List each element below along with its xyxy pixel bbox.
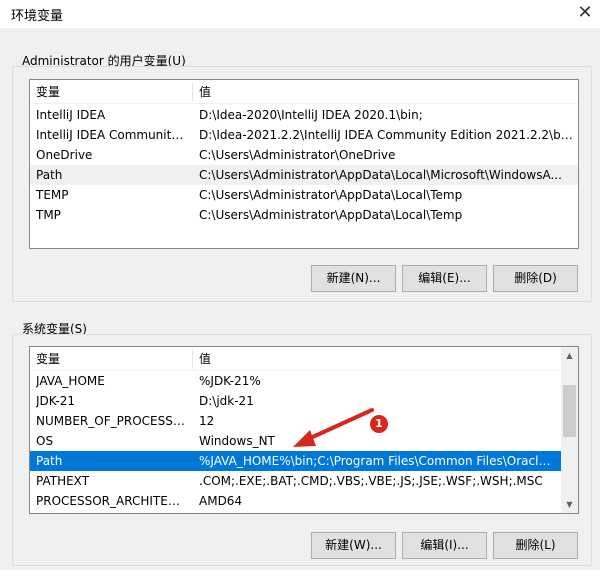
annotation-arrow-icon	[293, 408, 374, 447]
annotation-badge: 1	[370, 415, 388, 433]
